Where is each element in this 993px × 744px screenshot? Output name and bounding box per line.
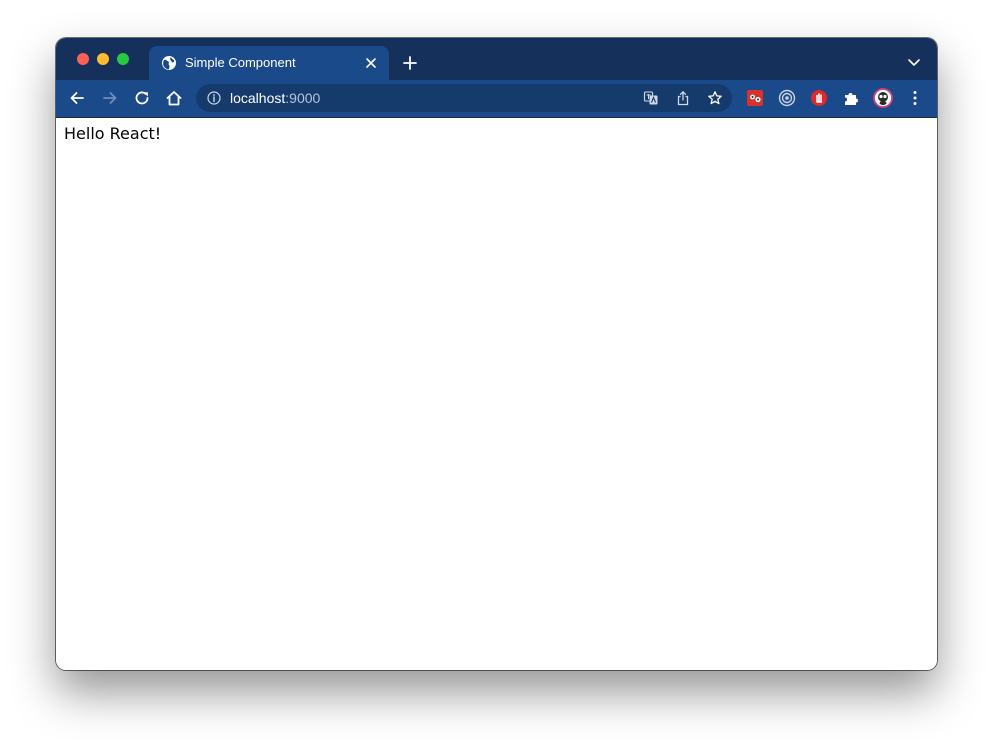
minimize-window-button[interactable]	[97, 53, 109, 65]
tab-title: Simple Component	[185, 55, 296, 70]
url-port: :9000	[285, 90, 321, 106]
arrow-right-icon[interactable]	[101, 89, 119, 107]
arrow-left-icon[interactable]	[68, 89, 86, 107]
extension-stop-hand-icon[interactable]	[810, 89, 828, 107]
profile-avatar-icon[interactable]	[873, 88, 893, 108]
close-window-button[interactable]	[77, 53, 89, 65]
share-icon[interactable]	[675, 90, 691, 106]
browser-window: Simple Component localhost:9000 Hello Re…	[56, 38, 937, 670]
reload-icon[interactable]	[133, 89, 151, 107]
close-tab-icon[interactable]	[365, 57, 377, 69]
tab-simple-component[interactable]: Simple Component	[149, 46, 389, 80]
translate-icon[interactable]	[643, 90, 659, 106]
page-text: Hello React!	[64, 124, 162, 143]
extension-red-icon[interactable]	[746, 89, 764, 107]
extension-target-icon[interactable]	[778, 89, 796, 107]
info-icon[interactable]	[207, 91, 221, 105]
bookmark-star-icon[interactable]	[707, 90, 723, 106]
new-tab-plus-icon[interactable]	[402, 55, 418, 71]
globe-icon	[162, 56, 176, 70]
chevron-down-icon[interactable]	[907, 57, 921, 67]
puzzle-icon[interactable]	[842, 89, 860, 107]
maximize-window-button[interactable]	[117, 53, 129, 65]
title-bar: Simple Component	[56, 38, 937, 80]
url-text[interactable]: localhost:9000	[230, 90, 320, 106]
browser-toolbar: localhost:9000	[56, 80, 937, 118]
page-content: Hello React!	[56, 118, 937, 670]
url-host: localhost	[230, 90, 286, 106]
kebab-menu-icon[interactable]	[906, 89, 924, 107]
home-icon[interactable]	[165, 89, 183, 107]
address-bar[interactable]: localhost:9000	[196, 84, 732, 112]
